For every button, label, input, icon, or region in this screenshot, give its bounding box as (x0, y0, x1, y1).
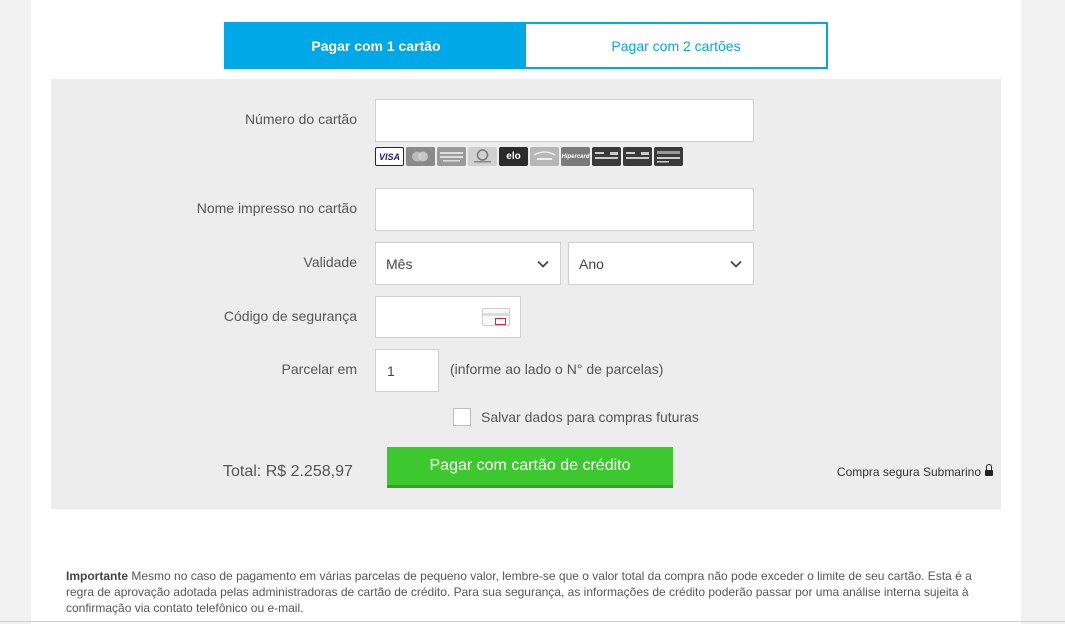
save-data-label[interactable]: Salvar dados para compras futuras (481, 409, 699, 425)
secure-purchase-text: Compra segura Submarino (836, 465, 981, 479)
card-number-input[interactable] (375, 99, 754, 142)
bottom-divider (0, 621, 1065, 622)
installments-hint: (informe ao lado o N° de parcelas) (450, 361, 664, 377)
pay-with-credit-card-button[interactable]: Pagar com cartão de crédito (387, 447, 673, 488)
mastercard-icon (406, 147, 435, 166)
elo-icon: elo (499, 147, 528, 166)
installments-input[interactable]: 1 (375, 349, 439, 392)
store-card-icon (623, 147, 652, 166)
visa-icon: VISA (375, 147, 404, 166)
notice-text: Mesmo no caso de pagamento em várias par… (66, 569, 972, 615)
secure-purchase: Compra segura Submarino (836, 463, 993, 479)
security-code-label: Código de segurança (223, 308, 357, 324)
chevron-down-icon (730, 260, 742, 268)
hipercard-icon: Hipercard (561, 147, 590, 166)
order-total: Total: R$ 2.258,97 (223, 463, 353, 480)
card-name-input[interactable] (375, 188, 754, 231)
tab-one-card[interactable]: Pagar com 1 cartão (226, 24, 526, 67)
credit-card-form: Número do cartão VISA elo Hipercard Nome… (51, 79, 1001, 509)
month-select-value: Mês (386, 255, 413, 272)
card-brands: VISA elo Hipercard (375, 147, 683, 166)
amex-icon (437, 147, 466, 166)
save-data-checkbox[interactable] (453, 408, 471, 426)
store-card-icon (654, 147, 683, 166)
installments-label: Parcelar em (281, 361, 357, 377)
chevron-down-icon (537, 260, 549, 268)
payment-tabs: Pagar com 1 cartão Pagar com 2 cartões (224, 22, 828, 69)
store-card-icon (592, 147, 621, 166)
month-select[interactable]: Mês (375, 242, 561, 285)
validity-label: Validade (303, 254, 357, 270)
payment-page: Pagar com 1 cartão Pagar com 2 cartões N… (31, 0, 1021, 624)
aura-icon (530, 147, 559, 166)
card-number-label: Número do cartão (244, 111, 357, 127)
year-select-value: Ano (579, 255, 604, 272)
security-code-input[interactable] (375, 296, 521, 338)
year-select[interactable]: Ano (568, 242, 754, 285)
cvv-card-icon (482, 308, 510, 326)
notice-title: Importante (66, 569, 129, 583)
lock-icon (985, 463, 993, 477)
important-notice: Importante Mesmo no caso de pagamento em… (66, 568, 986, 616)
tab-two-cards[interactable]: Pagar com 2 cartões (526, 24, 826, 67)
diners-icon (468, 147, 497, 166)
card-name-label: Nome impresso no cartão (196, 200, 357, 216)
